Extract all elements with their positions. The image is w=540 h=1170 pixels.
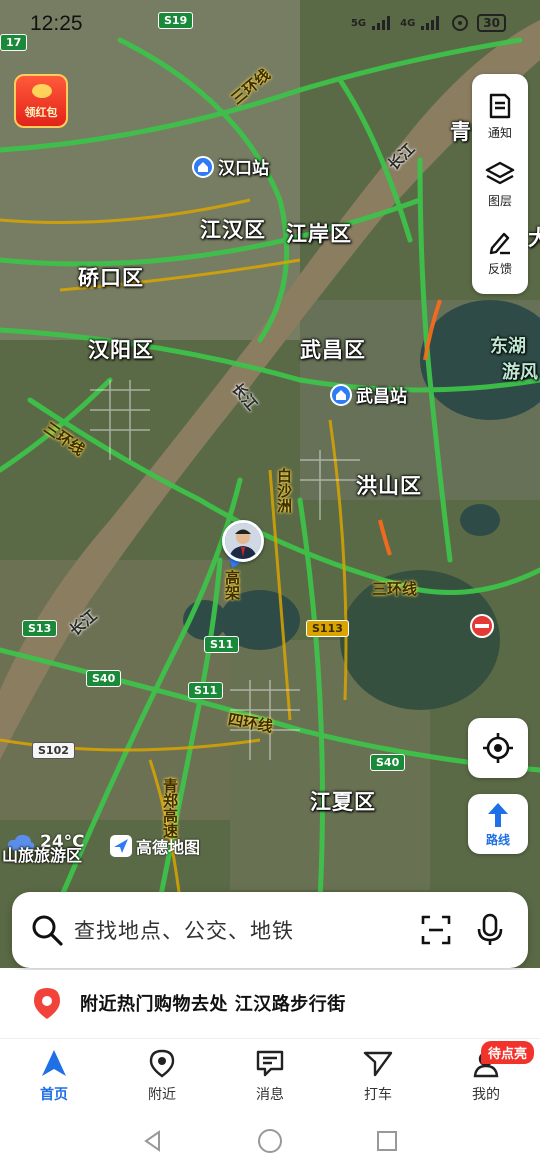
partial-label: 大 [528,226,540,250]
road-shield: S113 [306,620,349,637]
suggestion-text: 附近热门购物去处 江汉路步行街 [80,994,346,1015]
feedback-button[interactable]: 反馈 [472,218,528,286]
tab-label: 我的 [472,1086,500,1103]
clock: 12:25 [30,12,83,35]
status-icons: 5G 4G 30 [351,14,506,32]
layers-icon [485,161,515,184]
road-shield: S40 [370,754,406,771]
train-station-icon [330,383,352,406]
locate-button[interactable] [468,718,528,778]
signal-4g-icon: 4G [400,17,416,29]
map-view[interactable]: 12:25 5G 4G 30 17 S19 江汉区 江岸区 硚口区 汉阳区 武昌… [0,0,540,968]
user-avatar-marker[interactable] [222,520,264,562]
route-arrow-icon [488,802,508,827]
feedback-label: 反馈 [487,261,512,276]
nearby-icon [149,1049,175,1077]
road-shield: S40 [86,670,122,687]
tab-taxi[interactable]: 打车 [324,1039,432,1112]
road-shield: S11 [188,682,224,699]
station-wuchang[interactable]: 武昌站 [330,382,407,407]
signal-bars-icon [421,16,440,30]
tab-label: 首页 [40,1086,68,1103]
recents-icon[interactable] [375,1129,399,1153]
district-label: 江夏区 [310,790,376,814]
partial-label: 青 [450,120,472,144]
system-navigation-bar [0,1112,540,1170]
tab-nearby[interactable]: 附近 [108,1039,216,1112]
feedback-icon [489,232,510,254]
road-label: 青郑高速 [161,778,179,838]
station-hankou[interactable]: 汉口站 [192,154,269,179]
person-icon [225,523,261,559]
layers-button[interactable]: 图层 [472,150,528,218]
lake-label: 东湖 [490,336,526,357]
district-label: 江汉区 [200,218,266,242]
red-packet-button[interactable]: 领红包 [14,74,68,128]
tab-home[interactable]: 首页 [0,1039,108,1112]
mine-badge: 待点亮 [480,1041,534,1064]
traffic-restriction-icon[interactable] [470,614,494,638]
search-bar[interactable]: 查找地点、公交、地铁 [12,892,528,968]
train-station-icon [192,155,214,178]
region-label: 山旅旅游区 [2,846,83,865]
tab-label: 消息 [256,1086,284,1103]
lake-label: 游风 [502,362,538,383]
road-shield: S11 [204,636,240,653]
notice-label: 通知 [487,125,512,140]
road-label: 高架 [223,570,241,600]
district-label: 洪山区 [356,474,422,498]
red-packet-label: 领红包 [24,106,58,119]
tab-mine[interactable]: 待点亮 我的 [432,1039,540,1112]
search-input[interactable]: 查找地点、公交、地铁 [74,915,402,945]
road-shield: S13 [22,620,58,637]
road-shield: S102 [32,742,75,759]
signal-5g-icon: 5G [350,17,367,29]
logo-text: 高德地图 [136,838,201,857]
notice-button[interactable]: 通知 [472,82,528,150]
scan-button[interactable] [416,910,456,950]
layers-label: 图层 [487,193,512,208]
route-label: 路线 [485,832,510,847]
taxi-icon [363,1051,393,1076]
district-label: 硚口区 [78,266,144,290]
bottom-tab-bar: 首页 附近 消息 打车 待点亮 我的 [0,1038,540,1112]
voice-button[interactable] [470,910,510,950]
home-icon [42,1049,66,1076]
microphone-icon [477,913,503,945]
battery-icon: 30 [477,14,506,32]
tab-label: 附近 [148,1086,176,1103]
status-bar: 12:25 5G 4G 30 [0,0,540,48]
station-label: 汉口站 [218,159,269,179]
road-shield: S19 [158,12,194,29]
signal-bars-icon [372,16,391,30]
tab-label: 打车 [364,1086,392,1103]
route-button[interactable]: 路线 [468,794,528,854]
search-icon [32,915,63,946]
road-label: 白沙洲 [275,468,293,513]
notice-icon [489,93,511,118]
tab-messages[interactable]: 消息 [216,1039,324,1112]
road-shield: 17 [0,34,28,51]
back-icon[interactable] [141,1129,165,1153]
district-label: 江岸区 [286,222,352,246]
amap-logo-icon [110,835,132,857]
district-label: 汉阳区 [88,338,154,362]
home-circle-icon[interactable] [257,1128,283,1154]
road-label: 三环线 [372,580,418,598]
station-label: 武昌站 [356,387,407,407]
district-label: 武昌区 [300,338,366,362]
amap-logo: 高德地图 [110,834,200,858]
message-icon [256,1050,284,1076]
wifi-icon [452,15,469,31]
map-tools-panel: 通知 图层 反馈 [472,74,528,294]
crosshair-icon [483,733,513,763]
nearby-suggestion[interactable]: 附近热门购物去处 江汉路步行街 [0,970,540,1036]
scan-icon [421,915,451,945]
location-pin-icon [34,988,60,1019]
